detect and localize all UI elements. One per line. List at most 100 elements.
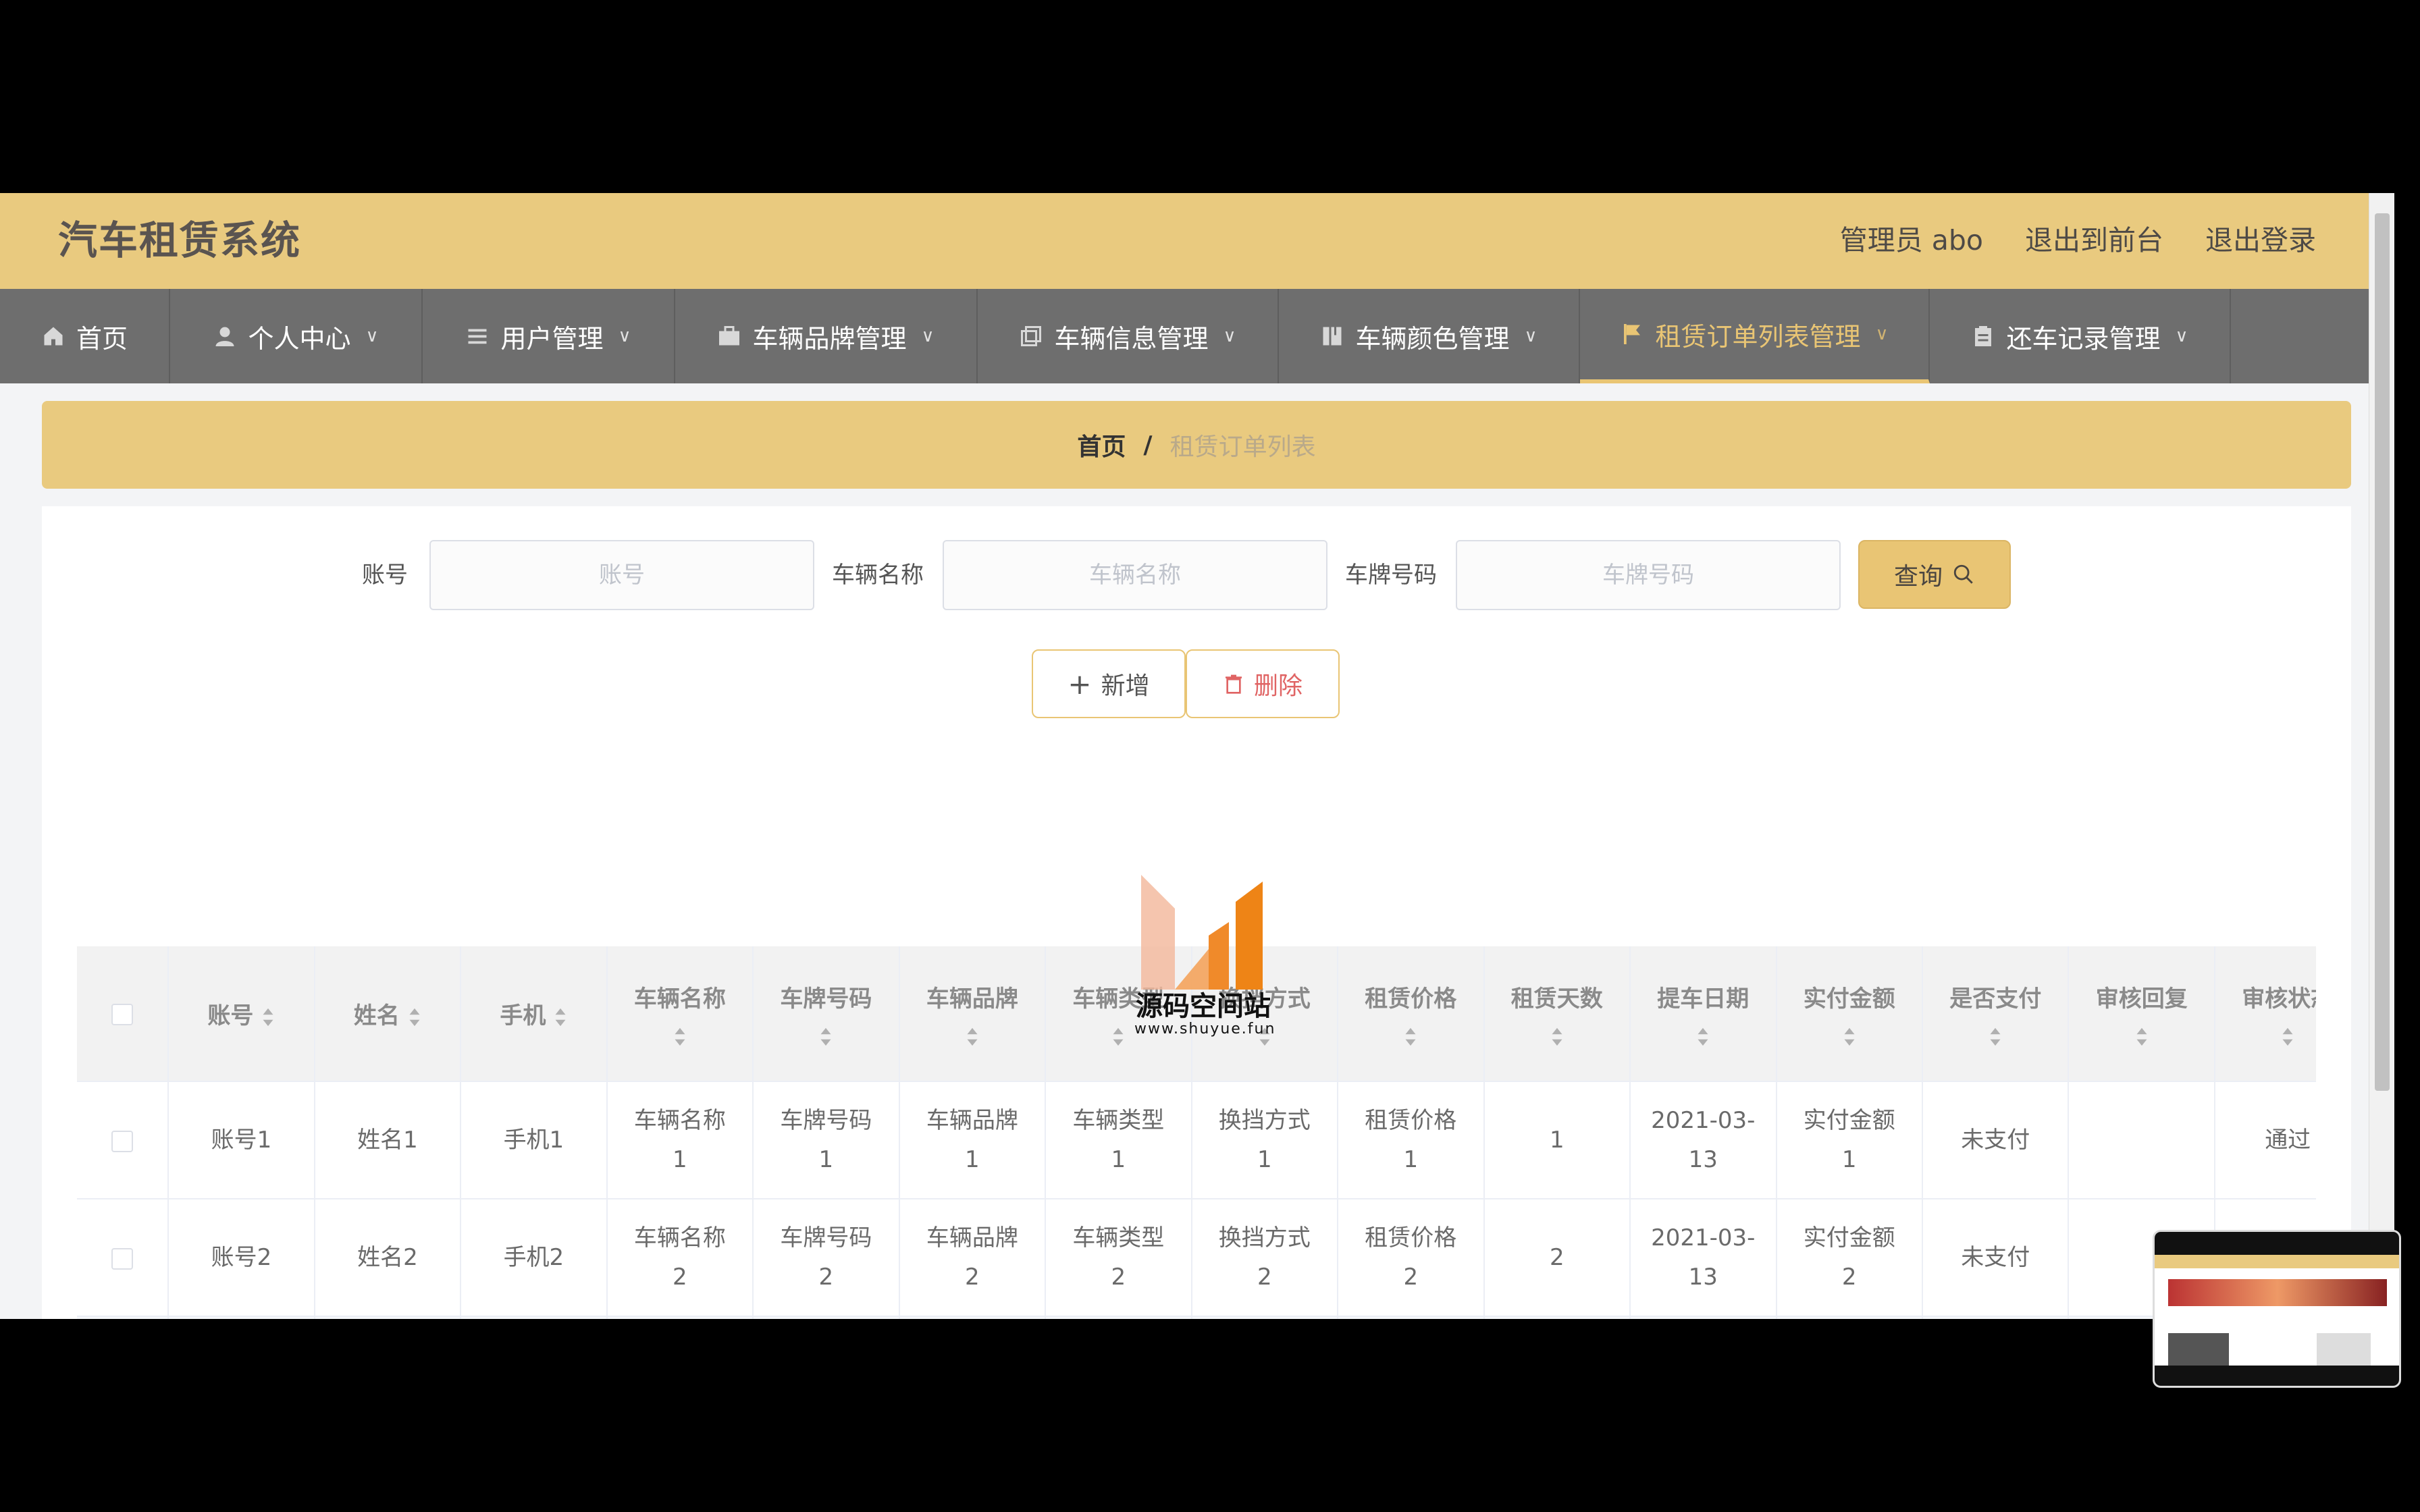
col-car-name[interactable]: 车辆名称 (606, 946, 754, 1082)
sort-icon (1550, 1027, 1564, 1047)
table-cell: 车辆品牌3 (899, 1316, 1047, 1319)
col-brand[interactable]: 车辆品牌 (899, 946, 1047, 1082)
nav-color-management[interactable]: 车辆颜色管理 ∨ (1279, 289, 1580, 383)
col-paid-amount[interactable]: 实付金额 (1776, 946, 1923, 1082)
table-row[interactable]: 账号2 姓名2 手机2 车辆名称2 车牌号码2 车辆品牌2 车辆类型2 换挡方式2 租赁价格2 2… (77, 1199, 2316, 1317)
exit-to-front-link[interactable]: 退出到前台 (2025, 212, 2163, 269)
table-cell: 姓名1 (314, 1081, 462, 1199)
page-scrollbar[interactable] (2369, 193, 2394, 1319)
nav-home[interactable]: 首页 (0, 289, 170, 383)
table-cell: 手机2 (461, 1199, 608, 1317)
scrollbar-thumb[interactable] (2375, 213, 2390, 1091)
sort-icon (1843, 1027, 1856, 1047)
nav-rental-order-management[interactable]: 租赁订单列表管理 ∨ (1580, 289, 1930, 383)
table-cell: 车辆类型3 (1045, 1316, 1192, 1319)
row-checkbox[interactable] (77, 1199, 169, 1317)
top-header: 汽车租赁系统 管理员 abo 退出到前台 退出登录 (0, 193, 2394, 289)
table-cell: 未支付 (1922, 1199, 2070, 1317)
video-thumbnail-preview[interactable] (2153, 1230, 2401, 1388)
nav-user-management[interactable]: 用户管理 ∨ (423, 289, 675, 383)
table-cell: 1 (1483, 1081, 1631, 1199)
nav-return-record-management[interactable]: 还车记录管理 ∨ (1930, 289, 2231, 383)
sort-icon (673, 1027, 687, 1047)
table-cell: 手机1 (461, 1081, 608, 1199)
table-cell: 2021-03-13 (1630, 1199, 1777, 1317)
breadcrumb: 首页 / 租赁订单列表 (42, 401, 2351, 489)
plate-input[interactable]: 车牌号码 (1456, 540, 1841, 610)
table-cell: 车辆品牌2 (899, 1199, 1047, 1317)
sort-icon (554, 1007, 567, 1027)
col-account[interactable]: 账号 (168, 946, 315, 1082)
query-button[interactable]: 查询 (1858, 540, 2011, 609)
sort-icon (1404, 1027, 1417, 1047)
chevron-down-icon: ∨ (2175, 326, 2188, 346)
table-cell: 租赁价格1 (1338, 1081, 1485, 1199)
col-plate[interactable]: 车牌号码 (753, 946, 900, 1082)
table-cell: 车辆名称3 (606, 1316, 754, 1319)
chevron-down-icon: ∨ (1524, 326, 1537, 346)
table-cell: 账号2 (168, 1199, 315, 1317)
account-input[interactable]: 账号 (429, 540, 814, 610)
flag-icon (1624, 324, 1641, 344)
table-cell: 车辆名称2 (606, 1199, 754, 1317)
copy-icon (1021, 326, 1042, 346)
table-row[interactable]: 账号1 姓名1 手机1 车辆名称1 车牌号码1 车辆品牌1 车辆类型1 换挡方式1 租赁价格1 1… (77, 1081, 2316, 1199)
table-cell: 手机3 (461, 1316, 608, 1319)
main-nav: 首页 个人中心 ∨ 用户管理 ∨ 车辆品牌管理 ∨ 车辆信息管理 ∨ 车辆颜色管… (0, 289, 2394, 383)
table-cell: 实付金额3 (1776, 1316, 1923, 1319)
table-cell: 租赁价格3 (1338, 1316, 1485, 1319)
nav-brand-management[interactable]: 车辆品牌管理 ∨ (675, 289, 978, 383)
table-cell: 车牌号码1 (753, 1081, 900, 1199)
car-name-input[interactable]: 车辆名称 (943, 540, 1327, 610)
table-cell: 租赁价格2 (1338, 1199, 1485, 1317)
table-cell: 实付金额2 (1776, 1199, 1923, 1317)
col-is-paid[interactable]: 是否支付 (1922, 946, 2070, 1082)
nav-personal-center[interactable]: 个人中心 ∨ (170, 289, 423, 383)
col-price[interactable]: 租赁价格 (1338, 946, 1485, 1082)
breadcrumb-home[interactable]: 首页 (1077, 427, 1126, 462)
breadcrumb-separator: / (1143, 431, 1153, 459)
col-pickup-date[interactable]: 提车日期 (1630, 946, 1777, 1082)
col-days[interactable]: 租赁天数 (1483, 946, 1631, 1082)
select-all-checkbox[interactable] (77, 946, 169, 1082)
table-cell: 2 (1483, 1199, 1631, 1317)
row-checkbox[interactable] (77, 1081, 169, 1199)
chevron-down-icon: ∨ (365, 326, 379, 346)
app-title: 汽车租赁系统 (58, 217, 302, 263)
user-icon (215, 327, 234, 346)
table-cell: 换挡方式1 (1191, 1081, 1339, 1199)
user-links: 管理员 abo 退出到前台 退出登录 (1840, 212, 2316, 269)
col-review-reply[interactable]: 审核回复 (2068, 946, 2215, 1082)
sort-icon (1696, 1027, 1710, 1047)
table-cell: 换挡方式2 (1191, 1199, 1339, 1317)
sort-icon (261, 1007, 275, 1027)
table-cell: 换挡方式3 (1191, 1316, 1339, 1319)
table-cell: 车辆名称1 (606, 1081, 754, 1199)
table-cell: 车牌号码2 (753, 1199, 900, 1317)
watermark-url: www.shuyue.fun (1134, 1021, 1276, 1037)
clipboard-icon (1975, 326, 1992, 346)
row-checkbox[interactable] (77, 1316, 169, 1319)
col-name[interactable]: 姓名 (314, 946, 462, 1082)
list-icon (468, 329, 487, 344)
nav-car-info-management[interactable]: 车辆信息管理 ∨ (978, 289, 1279, 383)
car-name-label: 车辆名称 (832, 562, 924, 589)
logout-link[interactable]: 退出登录 (2205, 212, 2316, 269)
briefcase-icon (719, 326, 740, 346)
add-button[interactable]: + 新增 (1032, 649, 1186, 718)
search-icon (1953, 564, 1973, 584)
table-row[interactable]: 账号3姓名3手机3车辆名称3车牌号码3车辆品牌3车辆类型3换挡方式3租赁价格33… (77, 1316, 2316, 1319)
delete-button[interactable]: 删除 (1186, 649, 1340, 718)
table-cell: 实付金额1 (1776, 1081, 1923, 1199)
account-label: 账号 (362, 562, 408, 589)
chevron-down-icon: ∨ (921, 326, 935, 346)
table-cell: 2021-03-13 (1630, 1081, 1777, 1199)
table-cell: 车牌号码3 (753, 1316, 900, 1319)
home-icon (44, 327, 63, 346)
col-phone[interactable]: 手机 (461, 946, 608, 1082)
chevron-down-icon: ∨ (1875, 324, 1889, 344)
sort-icon (2135, 1027, 2149, 1047)
table-cell: 未支付 (1922, 1316, 2070, 1319)
chevron-down-icon: ∨ (1223, 326, 1236, 346)
col-review-status[interactable]: 审核状态 (2214, 946, 2316, 1082)
